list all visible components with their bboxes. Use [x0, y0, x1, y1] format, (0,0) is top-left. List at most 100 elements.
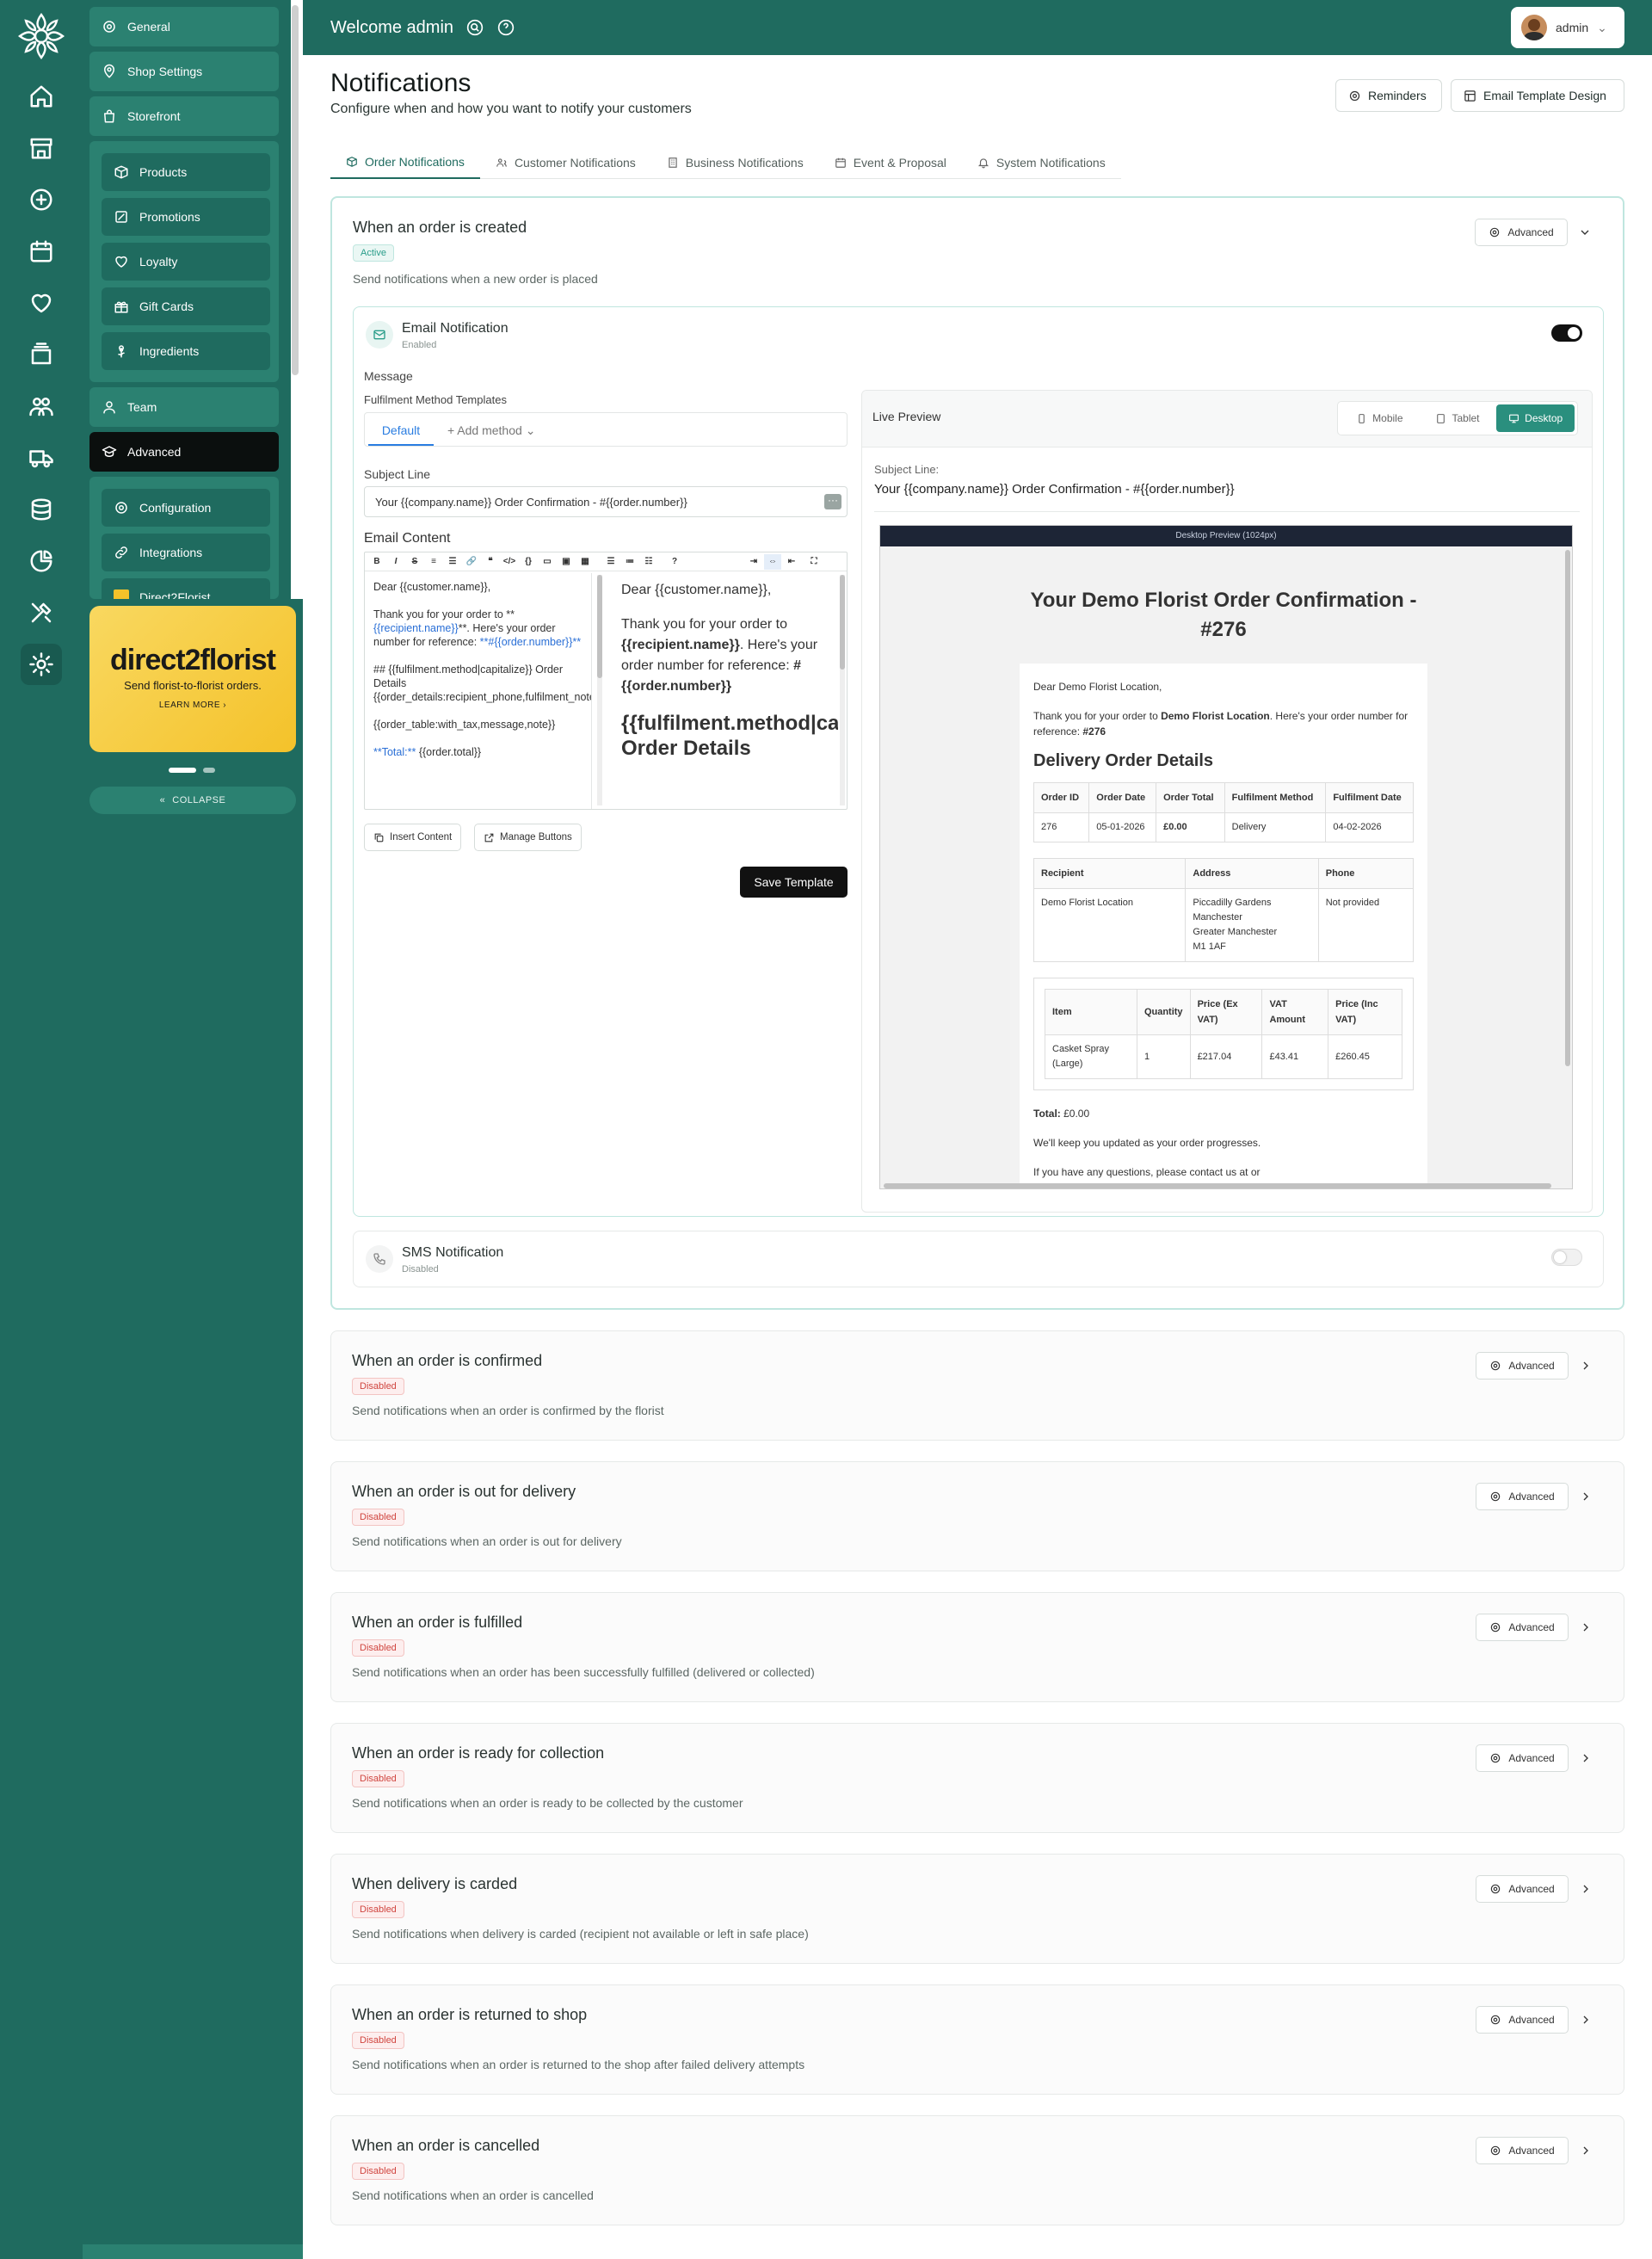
delivery-truck-icon[interactable] [21, 437, 62, 478]
help-icon[interactable] [496, 18, 515, 37]
reminders-button[interactable]: Reminders [1335, 79, 1442, 112]
link-icon[interactable]: 🔗 [463, 554, 480, 570]
sidebar-item-storefront[interactable]: Storefront [89, 96, 279, 136]
chevron-right-icon[interactable] [1579, 2013, 1593, 2027]
split-view-icon[interactable]: ⇥ [745, 554, 762, 570]
tab-order-notifications[interactable]: Order Notifications [330, 146, 480, 179]
tab-event-proposal[interactable]: Event & Proposal [819, 146, 962, 179]
inbox-stack-icon[interactable] [21, 334, 62, 375]
save-template-button[interactable]: Save Template [740, 867, 848, 898]
preview-vertical-scrollbar[interactable] [1565, 550, 1570, 1066]
email-template-design-button[interactable]: Email Template Design [1451, 79, 1624, 112]
device-mobile-button[interactable]: Mobile [1341, 404, 1419, 432]
add-circle-icon[interactable] [21, 179, 62, 220]
promo-learn-more-link[interactable]: LEARN MORE › [89, 701, 296, 710]
device-tablet-button[interactable]: Tablet [1419, 404, 1497, 432]
manage-buttons-button[interactable]: Manage Buttons [474, 824, 582, 851]
heading-icon[interactable]: ≡ [425, 554, 442, 570]
help-icon[interactable]: ? [666, 554, 683, 570]
strikethrough-icon[interactable]: S [406, 554, 423, 570]
notification-card: When an order is out for delivery Disabl… [330, 1461, 1624, 1571]
preview-icon[interactable]: ⇤ [783, 554, 800, 570]
chevron-right-icon[interactable] [1579, 1620, 1593, 1634]
collapse-sidebar-button[interactable]: « COLLAPSE [89, 787, 296, 814]
numbered-list-icon[interactable]: ≔ [621, 554, 638, 570]
chevron-right-icon[interactable] [1579, 1490, 1593, 1503]
bold-icon[interactable]: B [368, 554, 385, 570]
search-icon[interactable] [465, 18, 484, 37]
heading-alt-icon[interactable]: ☰ [444, 554, 461, 570]
advanced-button[interactable]: Advanced [1476, 2137, 1569, 2164]
code-block-icon[interactable]: {} [520, 554, 537, 570]
chevron-right-icon[interactable] [1579, 2144, 1593, 2157]
advanced-button[interactable]: Advanced [1476, 1875, 1569, 1903]
table-icon[interactable]: ▦ [576, 554, 594, 570]
advanced-button[interactable]: Advanced [1476, 1352, 1569, 1379]
brand-logo-icon[interactable] [12, 7, 71, 65]
settings-gear-icon[interactable] [21, 644, 62, 685]
sidebar-item-gift-cards[interactable]: Gift Cards [102, 287, 270, 325]
chevron-right-icon[interactable] [1579, 1751, 1593, 1765]
sidebar-item-configuration[interactable]: Configuration [102, 489, 270, 527]
tab-customer-notifications[interactable]: Customer Notifications [480, 146, 651, 179]
insert-content-button[interactable]: Insert Content [364, 824, 462, 851]
card-description: Send notifications when an order is read… [352, 1796, 743, 1810]
chevron-right-icon[interactable] [1579, 1359, 1593, 1373]
comment-icon[interactable]: ▭ [539, 554, 556, 570]
store-icon[interactable] [21, 127, 62, 169]
sidebar-item-integrations[interactable]: Integrations [102, 534, 270, 571]
chevron-right-icon[interactable] [1579, 1882, 1593, 1896]
markdown-editor[interactable]: B I S ≡ ☰ 🔗 ❝ </> {} ▭ ▣ ▦ ☰ ≔ ☷ ? ⇥ ⇔ ⇤… [364, 552, 848, 810]
tab-business-notifications[interactable]: Business Notifications [651, 146, 819, 179]
sidebar-item-label: Ingredients [139, 344, 200, 358]
tools-icon[interactable] [21, 592, 62, 633]
advanced-button[interactable]: Advanced [1476, 1614, 1569, 1641]
calendar-icon[interactable] [21, 231, 62, 272]
bullet-list-icon[interactable]: ☰ [602, 554, 620, 570]
side-by-side-icon[interactable]: ⇔ [764, 553, 781, 570]
device-desktop-button[interactable]: Desktop [1496, 404, 1575, 432]
user-menu-button[interactable]: admin ⌄ [1511, 7, 1624, 48]
advanced-button[interactable]: Advanced [1476, 1744, 1569, 1772]
heart-icon[interactable] [21, 282, 62, 324]
sidebar-item-general[interactable]: General [89, 7, 279, 46]
desktop-preview-frame[interactable]: Desktop Preview (1024px) Your Demo Flori… [879, 525, 1573, 1189]
carousel-dot[interactable] [203, 768, 215, 773]
editor-source-pane[interactable]: Dear {{customer.name}}, Thank you for yo… [365, 573, 592, 809]
sidebar-item-products[interactable]: Products [102, 153, 270, 191]
preview-horizontal-scrollbar[interactable] [884, 1183, 1551, 1188]
advanced-button[interactable]: Advanced [1475, 219, 1568, 246]
code-icon[interactable]: </> [501, 554, 518, 570]
more-options-button[interactable]: ··· [824, 494, 841, 509]
sidebar-item-shop-settings[interactable]: Shop Settings [89, 52, 279, 91]
advanced-button[interactable]: Advanced [1476, 2006, 1569, 2034]
advanced-button[interactable]: Advanced [1476, 1483, 1569, 1510]
quote-icon[interactable]: ❝ [482, 554, 499, 570]
checklist-icon[interactable]: ☷ [640, 554, 657, 570]
sidebar-item-team[interactable]: Team [89, 387, 279, 427]
sidebar-item-direct2florist[interactable]: Direct2Florist [102, 578, 270, 599]
home-icon[interactable] [21, 76, 62, 117]
tab-system-notifications[interactable]: System Notifications [962, 146, 1121, 179]
preview-scrollbar[interactable] [840, 575, 845, 805]
sidebar-item-advanced[interactable]: Advanced [89, 432, 279, 472]
carousel-dot-active[interactable] [169, 768, 196, 773]
chevron-down-icon[interactable] [1578, 225, 1592, 239]
tab-default[interactable]: Default [368, 417, 434, 446]
italic-icon[interactable]: I [387, 554, 404, 570]
fullscreen-icon[interactable]: ⛶ [805, 554, 823, 570]
pie-chart-icon[interactable] [21, 540, 62, 582]
sidebar-item-loyalty[interactable]: Loyalty [102, 243, 270, 281]
editor-scrollbar[interactable] [597, 575, 602, 805]
add-method-dropdown[interactable]: + Add method ⌄ [447, 423, 535, 438]
email-enabled-toggle[interactable] [1551, 324, 1582, 342]
sms-enabled-toggle[interactable] [1551, 1249, 1582, 1266]
direct2florist-promo-card[interactable]: direct2florist Send florist-to-florist o… [89, 606, 296, 752]
users-icon[interactable] [21, 386, 62, 427]
sidebar-scrollbar[interactable] [292, 5, 299, 375]
image-icon[interactable]: ▣ [558, 554, 575, 570]
database-icon[interactable] [21, 489, 62, 530]
sidebar-item-ingredients[interactable]: Ingredients [102, 332, 270, 370]
subject-line-input[interactable]: Your {{company.name}} Order Confirmation… [364, 486, 848, 517]
sidebar-item-promotions[interactable]: Promotions [102, 198, 270, 236]
